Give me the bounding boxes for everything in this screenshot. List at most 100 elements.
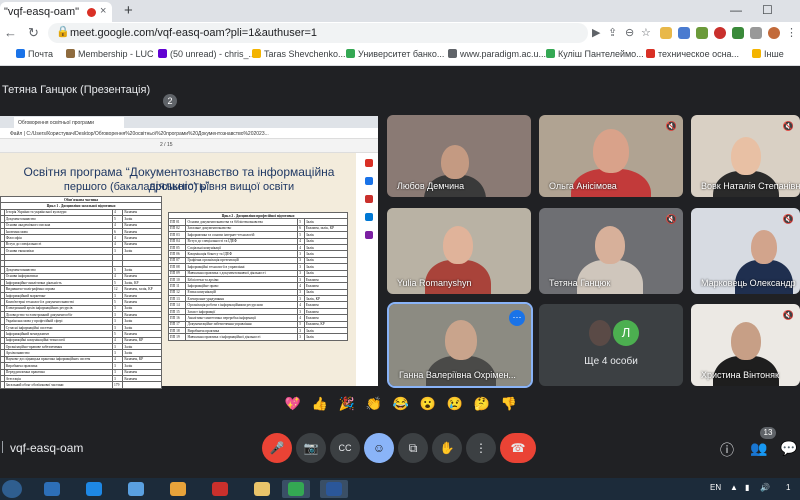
participant-video <box>443 226 473 264</box>
present-screen-button[interactable]: ⧉ <box>398 433 428 463</box>
new-tab-button[interactable]: + <box>124 2 133 19</box>
table-row: ПП 19 Навчальна практика з інформаційної … <box>167 333 349 341</box>
tray-arrow-icon[interactable]: ▲ <box>730 483 738 492</box>
captions-button[interactable]: CC <box>330 433 360 463</box>
chat-button[interactable]: 💬 <box>780 440 797 457</box>
extension-icon[interactable] <box>696 27 708 39</box>
taskbar-app-hp[interactable] <box>38 480 66 498</box>
shared-pdf-tab-strip: Обговорення освітньої програми <box>0 116 378 128</box>
address-bar[interactable]: 🔒 meet.google.com/vqf-easq-oam?pli=1&aut… <box>48 23 588 43</box>
reaction-party-icon[interactable]: 🎉 <box>337 396 357 412</box>
reaction-clap-icon[interactable]: 👏 <box>364 396 384 412</box>
participant-tile[interactable]: 🔇 Вовк Наталія Степанівна <box>691 115 800 197</box>
camera-toggle-button[interactable]: 📷 <box>296 433 326 463</box>
shared-pdf-url: Файл | C:/Users/Користувач/Desktop/Обгов… <box>0 128 378 139</box>
sidebar-app-icon <box>365 231 373 239</box>
taskbar-app-winrar[interactable] <box>206 480 234 498</box>
taskbar-app-word[interactable] <box>320 480 348 498</box>
app-icon <box>326 482 342 496</box>
participant-thumbnail <box>589 320 611 346</box>
bookmark-item[interactable]: (50 unread) - chris_... <box>158 49 256 59</box>
bookmark-item[interactable]: техническое осна... <box>646 49 739 59</box>
reaction-thumbs-up-icon[interactable]: 👍 <box>310 396 330 412</box>
reaction-sad-icon[interactable]: 😢 <box>445 396 465 412</box>
participant-tile[interactable]: ⋯ Ганна Валеріївна Охрімен... <box>387 302 533 388</box>
reaction-thinking-icon[interactable]: 🤔 <box>472 396 492 412</box>
participant-tile[interactable]: 🔇 Ольга Анісімова <box>539 115 683 197</box>
share-icon[interactable]: ⇪ <box>608 26 617 39</box>
bookmark-item[interactable]: Университет банко... <box>346 49 444 59</box>
app-icon <box>170 482 186 496</box>
leave-call-button[interactable]: ☎ <box>500 433 536 463</box>
extension-icon[interactable] <box>732 27 744 39</box>
language-indicator[interactable]: EN <box>710 483 721 492</box>
raise-hand-button[interactable]: ✋ <box>432 433 462 463</box>
mic-off-icon: 🔇 <box>782 214 794 224</box>
mic-toggle-button[interactable]: 🎤 <box>262 433 292 463</box>
volume-icon[interactable]: 🔊 <box>760 483 770 492</box>
minimize-window-button[interactable]: — <box>730 3 742 17</box>
table-cell: 179 <box>111 381 124 389</box>
presenter-label: Тетяна Ганцюк (Презентація) <box>2 84 151 96</box>
shared-pdf-sidebar <box>360 153 378 386</box>
participant-count-badge: 13 <box>760 427 776 439</box>
participant-tile[interactable]: 🔇 Христина Вінтоняк <box>691 304 800 386</box>
menu-kebab-icon[interactable]: ⋮ <box>786 26 797 39</box>
extension-icon[interactable] <box>714 27 726 39</box>
profile-avatar[interactable] <box>768 27 780 39</box>
bookmark-folder[interactable]: Інше <box>752 49 784 59</box>
app-icon <box>288 482 304 496</box>
reaction-heart-icon[interactable]: 💖 <box>283 396 303 412</box>
folder-icon <box>752 49 761 58</box>
bookmark-star-icon[interactable]: ☆ <box>641 26 651 39</box>
participant-video <box>593 129 629 173</box>
browser-tab[interactable]: "vqf-easq-oam" × <box>0 2 112 22</box>
participant-tile[interactable]: 🔇 Тетяна Ганцюк <box>539 208 683 294</box>
disciplines-table-professional: Цикл 2 . Дисципліни професійної підготов… <box>167 211 349 341</box>
table-row: Загальний обсяг обов'язкової частини 179 <box>0 381 162 389</box>
table-cell: Залік <box>303 333 349 341</box>
bookmark-item[interactable]: Куліш Пантелеймо... <box>546 49 644 59</box>
participant-tile[interactable]: Любов Демчина <box>387 115 531 197</box>
taskbar-app-ie[interactable] <box>80 480 108 498</box>
more-options-button[interactable]: ⋮ <box>466 433 496 463</box>
taskbar-app-media[interactable] <box>122 480 150 498</box>
camera-permission-icon[interactable]: ▶ <box>592 26 600 39</box>
bookmark-item[interactable]: Membership - LUC <box>66 49 154 59</box>
browser-toolbar: ← ↻ 🔒 meet.google.com/vqf-easq-oam?pli=1… <box>0 22 800 44</box>
reaction-surprised-icon[interactable]: 😮 <box>418 396 438 412</box>
participant-tile[interactable]: 🔇 Марковець Олександр <box>691 208 800 294</box>
more-participants-tile[interactable]: Л Ще 4 особи <box>539 304 683 386</box>
browser-tab-strip: "vqf-easq-oam" × + — ☐ <box>0 0 800 22</box>
taskbar-app-explorer[interactable] <box>248 480 276 498</box>
taskbar-app-chrome[interactable] <box>282 480 310 498</box>
meeting-info-button[interactable]: ⓘ <box>720 440 734 460</box>
extension-icon[interactable] <box>660 27 672 39</box>
reaction-laugh-icon[interactable]: 😂 <box>391 396 411 412</box>
app-icon <box>44 482 60 496</box>
zoom-icon[interactable]: ⊖ <box>625 26 634 39</box>
table-cell: Навчальна практика з інформаційної діяль… <box>185 333 299 341</box>
participant-name: Тетяна Ганцюк <box>549 278 611 288</box>
network-icon[interactable]: ▮ <box>745 483 749 492</box>
url-text[interactable]: meet.google.com/vqf-easq-oam?pli=1&authu… <box>70 27 317 39</box>
participant-video <box>731 322 761 360</box>
maximize-window-button[interactable]: ☐ <box>762 3 773 17</box>
bookmark-item[interactable]: Почта <box>16 49 53 59</box>
extensions-puzzle-icon[interactable] <box>750 27 762 39</box>
reaction-thumbs-down-icon[interactable]: 👎 <box>499 396 519 412</box>
taskbar-app-player[interactable] <box>164 480 192 498</box>
bookmark-item[interactable]: Taras Shevchenko... <box>252 49 346 59</box>
bookmark-item[interactable]: www.paradigm.ac.u... <box>448 49 546 59</box>
mic-off-icon: 🔇 <box>782 121 794 131</box>
participant-tile[interactable]: Yulia Romanyshyn <box>387 208 531 294</box>
start-button[interactable] <box>2 480 22 498</box>
more-options-icon[interactable]: ⋯ <box>509 310 525 326</box>
extension-icon[interactable] <box>678 27 690 39</box>
back-icon[interactable]: ← <box>4 25 17 40</box>
emoji-reactions-button[interactable]: ☺ <box>364 433 394 463</box>
close-tab-icon[interactable]: × <box>100 5 106 17</box>
bookmark-favicon-icon <box>448 49 457 58</box>
people-button[interactable]: 👥 <box>750 440 767 457</box>
reload-icon[interactable]: ↻ <box>28 25 39 41</box>
